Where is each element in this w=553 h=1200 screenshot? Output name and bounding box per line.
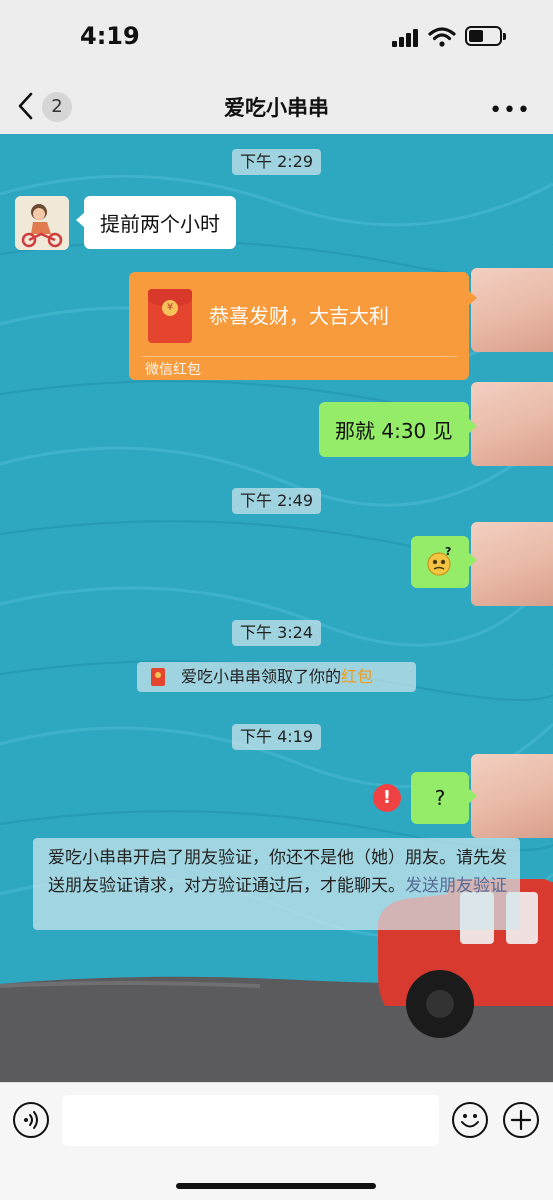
system-note-red-packet: 爱吃小串串领取了你的红包 [137,662,416,692]
timestamp: 下午 2:49 [232,488,322,514]
message-bubble-sent[interactable]: 那就 4:30 见 [319,402,477,457]
confused-emoji-icon: ? [427,545,451,576]
signal-icon [392,29,420,47]
timestamp: 下午 3:24 [232,620,322,646]
red-packet-icon [151,668,165,686]
more-button[interactable]: ••• [489,98,531,123]
avatar-self[interactable] [471,522,553,606]
divider [141,356,457,357]
wifi-icon [428,27,456,47]
red-packet-link[interactable]: 红包 [341,667,373,686]
friend-verification-notice: 爱吃小串串开启了朋友验证，你还不是他（她）朋友。请先发送朋友验证请求，对方验证通… [33,838,520,930]
send-verification-link[interactable]: 发送朋友验证 [405,876,507,896]
error-icon[interactable]: ! [373,784,401,812]
message-bubble-sent[interactable]: ? [411,772,477,824]
voice-button[interactable] [13,1102,49,1138]
message-bubble-received[interactable]: 提前两个小时 [76,196,236,249]
message-text: 提前两个小时 [100,212,220,236]
home-indicator [176,1183,376,1189]
avatar-self[interactable] [471,754,553,838]
message-input[interactable] [62,1095,439,1146]
voice-icon [24,1111,38,1129]
message-text: 那就 4:30 见 [335,419,453,443]
red-packet-greeting: 恭喜发财，大吉大利 [209,304,389,328]
message-bubble-sent[interactable]: ? [411,536,477,588]
plus-icon [510,1109,532,1131]
svg-text:?: ? [445,545,451,558]
chat-area[interactable]: 下午 2:29 提前两个小时 ¥ 恭喜发财，大吉大利 微信红包 那就 4:30 … [0,134,553,1082]
avatar-self[interactable] [471,382,553,466]
emoji-button[interactable] [452,1102,488,1138]
battery-icon [465,26,506,46]
red-packet-label: 微信红包 [145,362,201,378]
red-packet-message[interactable]: ¥ 恭喜发财，大吉大利 微信红包 [129,272,477,380]
timestamp: 下午 4:19 [232,724,322,750]
system-note-text: 爱吃小串串领取了你的 [181,667,342,686]
status-bar: 4:19 [0,0,553,78]
red-packet-icon: ¥ [148,289,192,343]
status-time: 4:19 [80,22,140,50]
avatar-contact[interactable] [15,196,69,250]
input-bar [0,1082,553,1200]
more-actions-button[interactable] [503,1102,539,1138]
avatar-self[interactable] [471,268,553,352]
message-text: ? [434,786,446,810]
emoji-icon [461,1114,479,1128]
nav-bar: 2 爱吃小串串 ••• [0,78,553,134]
chat-title: 爱吃小串串 [224,96,329,120]
timestamp: 下午 2:29 [232,149,322,175]
